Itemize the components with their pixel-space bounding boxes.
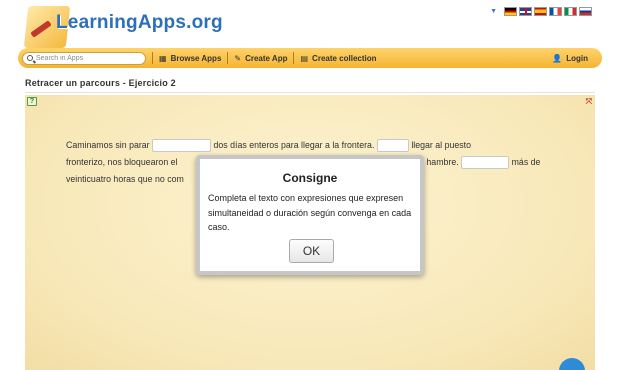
dialog-text: Completa el texto con expresiones que ex… (208, 193, 412, 232)
exercise-text-segment: Caminamos sin parar (66, 140, 150, 150)
pencil-icon: ✎ (234, 53, 242, 63)
create-app-label: Create App (245, 53, 288, 63)
login-label: Login (566, 53, 588, 63)
search-box (22, 51, 146, 65)
create-collection-label: Create collection (312, 53, 377, 63)
create-collection-link[interactable]: ▤ Create collection (300, 54, 376, 63)
browse-apps-link[interactable]: ▦ Browse Apps (159, 54, 221, 63)
flag-french-icon[interactable] (549, 7, 562, 16)
login-link[interactable]: 👤 Login (552, 54, 588, 63)
dialog-title: Consigne (282, 171, 338, 185)
logo-text: LearningApps.org (56, 12, 223, 33)
nav-divider (152, 52, 153, 64)
help-icon[interactable]: ? (27, 97, 37, 106)
ok-button[interactable]: OK (289, 239, 334, 263)
browse-apps-label: Browse Apps (170, 53, 222, 63)
search-input[interactable] (36, 52, 142, 64)
exercise-text-segment: hambre. (426, 157, 459, 167)
logo[interactable]: LearningApps.org (18, 2, 223, 50)
user-icon: 👤 (552, 53, 563, 63)
title-divider (25, 92, 595, 93)
answer-gap-2[interactable] (376, 139, 409, 153)
language-selector: ▼ (490, 7, 592, 16)
fullscreen-icon[interactable]: ⤧ (586, 97, 592, 107)
collection-icon: ▤ (300, 53, 309, 63)
exercise-text-segment: fronterizo, nos bloquearon el (66, 157, 178, 167)
flag-english-icon[interactable] (519, 7, 532, 16)
create-app-link[interactable]: ✎ Create App (234, 54, 287, 63)
exercise-text-segment: dos días enteros para llegar a la fronte… (213, 140, 375, 150)
nav-divider (293, 52, 295, 64)
search-icon[interactable] (27, 54, 33, 61)
answer-gap-3[interactable] (461, 156, 510, 170)
flag-german-icon[interactable] (504, 7, 517, 16)
flag-russian-icon[interactable] (579, 7, 592, 16)
exercise-text-segment: más de (511, 157, 541, 167)
flag-italian-icon[interactable] (564, 7, 577, 16)
grid-icon: ▦ (159, 53, 167, 63)
flag-spanish-icon[interactable] (534, 7, 547, 16)
exercise-text-segment: llegar al puesto (411, 140, 471, 150)
dropdown-arrow-icon[interactable]: ▼ (490, 8, 497, 15)
floating-action-button[interactable] (559, 358, 585, 370)
nav-divider (227, 52, 229, 64)
exercise-text-segment: veinticuatro horas que no com (66, 174, 184, 184)
instructions-dialog: Consigne Completa el texto con expresion… (196, 155, 424, 275)
page: LearningApps.org ▼ ▦ Browse Apps ✎ Creat… (0, 0, 620, 370)
answer-gap-1[interactable] (152, 139, 212, 153)
page-title: Retracer un parcours - Ejercicio 2 (25, 78, 176, 88)
top-navbar: ▦ Browse Apps ✎ Create App ▤ Create coll… (18, 48, 602, 68)
